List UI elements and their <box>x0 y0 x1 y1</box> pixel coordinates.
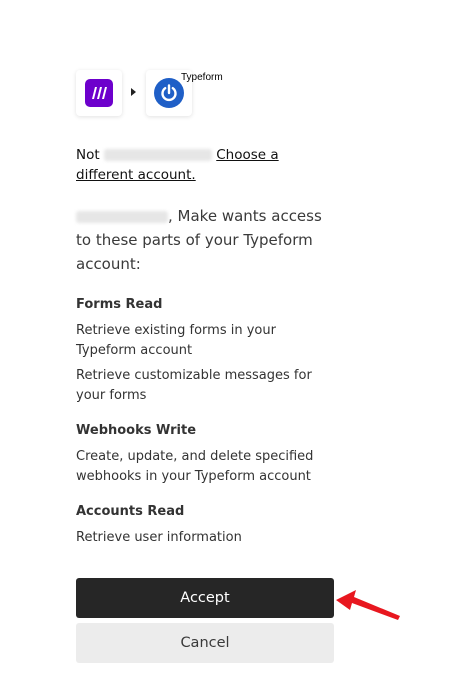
permission-item: Retrieve existing forms in your Typeform… <box>76 323 276 358</box>
permission-title-webhooks-write: Webhooks Write <box>76 423 197 438</box>
permission-item: Retrieve user information <box>76 530 242 545</box>
access-intro: , Make wants access to these parts of yo… <box>76 204 338 276</box>
permission-title-forms-read: Forms Read <box>76 297 163 312</box>
permission-item: Retrieve customizable messages for your … <box>76 368 312 403</box>
typeform-power-icon <box>154 78 184 108</box>
account-switch: Not Choose a different account. <box>76 145 336 185</box>
redacted-username <box>76 210 168 223</box>
app-logos: Typeform <box>76 70 276 116</box>
annotation-arrow-icon <box>336 590 400 620</box>
typeform-label: Typeform <box>181 72 223 83</box>
cancel-button[interactable]: Cancel <box>76 623 334 663</box>
permission-item: Create, update, and delete specified web… <box>76 449 314 484</box>
permission-title-accounts-read: Accounts Read <box>76 504 185 519</box>
make-app-tile <box>76 70 122 116</box>
redacted-email <box>103 149 212 161</box>
make-logo-icon <box>85 79 113 107</box>
not-label: Not <box>76 147 100 163</box>
connect-arrow-icon <box>131 88 136 96</box>
accept-button[interactable]: Accept <box>76 578 334 618</box>
